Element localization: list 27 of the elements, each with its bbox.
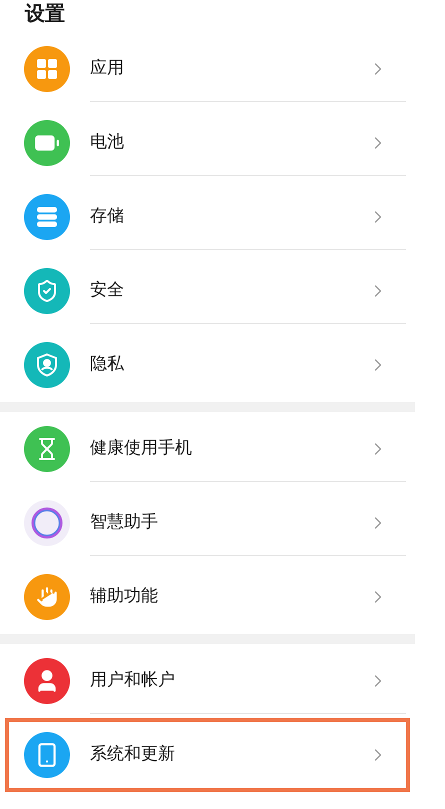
row-label: 健康使用手机	[90, 436, 193, 460]
settings-row[interactable]: 存储	[5, 180, 410, 254]
settings-row-highlighted[interactable]: 系统和更新	[5, 718, 410, 792]
settings-row[interactable]: 智慧助手	[5, 486, 410, 560]
settings-row[interactable]: 安全	[5, 254, 410, 328]
row-label: 存储	[90, 204, 125, 228]
settings-row[interactable]: 应用	[5, 32, 410, 106]
page-title: 设置	[25, 0, 65, 26]
shield-person-icon	[36, 353, 58, 377]
ring-icon	[30, 506, 64, 540]
settings-row[interactable]: 用户和帐户	[5, 644, 410, 718]
row-label: 辅助功能	[90, 585, 159, 608]
row-label: 安全	[90, 278, 125, 302]
settings-row[interactable]: 隐私	[5, 328, 410, 402]
row-label: 电池	[90, 130, 125, 154]
row-label: 智慧助手	[90, 510, 159, 534]
storage-icon	[36, 206, 58, 228]
hand-icon	[34, 584, 60, 610]
settings-row[interactable]: 辅助功能	[5, 560, 410, 634]
row-label: 用户和帐户	[90, 668, 176, 692]
grid-icon	[36, 58, 58, 80]
row-label: 系统和更新	[90, 743, 176, 766]
settings-row[interactable]: 电池	[5, 106, 410, 180]
shield-check-icon	[35, 279, 59, 303]
row-label: 隐私	[90, 353, 125, 376]
row-label: 应用	[90, 56, 125, 80]
settings-row[interactable]: 健康使用手机	[5, 412, 410, 486]
